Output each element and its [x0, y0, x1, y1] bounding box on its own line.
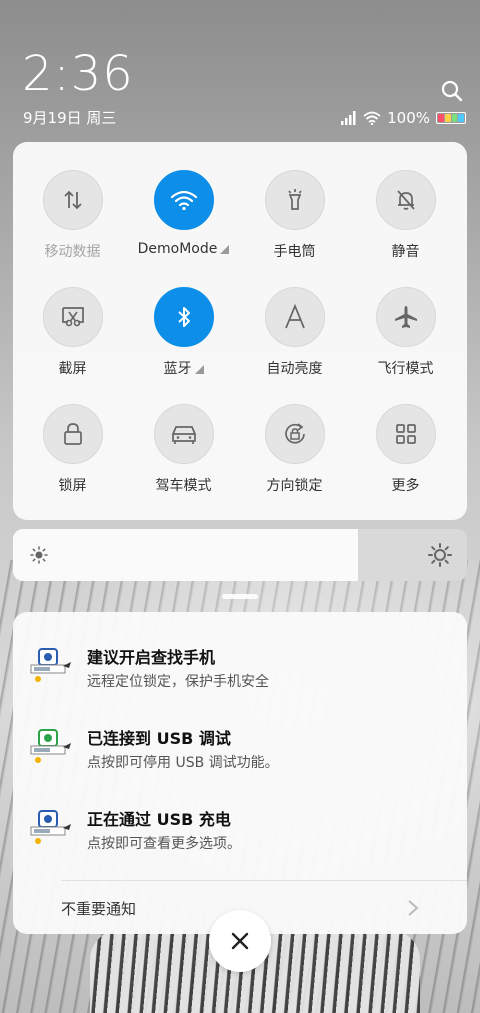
notification-body: 点按即可停用 USB 调试功能。	[87, 755, 279, 771]
battery-segment	[438, 114, 444, 122]
toggle-label: 驾车模式	[156, 475, 212, 495]
car-icon	[170, 422, 198, 446]
close-icon	[231, 932, 249, 950]
toggle-auto-brightness[interactable]: 自动亮度	[239, 287, 350, 397]
brightness-high-icon	[428, 543, 452, 567]
toggle-label: 锁屏	[59, 475, 87, 495]
toggle-label-text: 截屏	[58, 361, 87, 377]
toggle-label-text: 移动数据	[44, 244, 101, 260]
toggle-car[interactable]: 驾车模式	[128, 404, 239, 514]
toggle-label: 手电筒	[274, 241, 316, 261]
toggle-label-text: 手电筒	[273, 244, 316, 260]
toggle-circle[interactable]	[264, 170, 325, 230]
toggle-circle[interactable]	[375, 287, 436, 347]
toggle-label: 蓝牙	[164, 358, 204, 378]
toggle-lock[interactable]: 锁屏	[17, 404, 128, 514]
notification-item[interactable]: 正在通过 USB 充电 点按即可查看更多选项。	[13, 802, 467, 872]
drag-handle[interactable]	[222, 594, 258, 599]
clock-time: 2:36	[22, 46, 134, 102]
toggle-label: 截屏	[59, 358, 87, 378]
mobile-data-icon	[61, 188, 85, 212]
bluetooth-icon	[174, 305, 194, 329]
toggle-flashlight[interactable]: 手电筒	[239, 170, 350, 280]
toggle-circle[interactable]	[42, 404, 103, 464]
brightness-low-icon	[30, 546, 48, 564]
toggle-label: 自动亮度	[267, 358, 323, 378]
signal-icon	[341, 111, 356, 125]
notification-panel: 不重要通知 建议开启查找手机 远程定位锁定，保护手机安全 已连接到 USB 调试 点按…	[13, 612, 467, 934]
toggle-circle[interactable]	[153, 287, 214, 347]
find-phone-icon	[29, 646, 73, 686]
toggle-label-text: 方向锁定	[266, 478, 323, 494]
notification-body: 点按即可查看更多选项。	[87, 836, 241, 852]
notification-title: 正在通过 USB 充电	[87, 810, 231, 829]
toggle-circle[interactable]	[42, 170, 103, 230]
toggle-label: 飞行模式	[378, 358, 434, 378]
toggle-wifi[interactable]: DemoMode	[128, 170, 239, 280]
wifi-icon	[170, 188, 198, 212]
toggle-label-text: 驾车模式	[155, 478, 212, 494]
usb-debug-icon	[29, 727, 73, 767]
rotation-lock-icon	[282, 421, 308, 447]
toggle-screenshot[interactable]: 截屏	[17, 287, 128, 397]
status-bar: 100%	[341, 108, 466, 128]
toggle-label-text: 飞行模式	[377, 361, 434, 377]
toggle-mobile-data[interactable]: 移动数据	[17, 170, 128, 280]
toggle-label: 静音	[392, 241, 420, 261]
notification-item[interactable]: 建议开启查找手机远程定位锁定，保护手机安全	[13, 640, 467, 710]
toggle-circle[interactable]	[153, 404, 214, 464]
toggle-circle[interactable]	[264, 404, 325, 464]
quick-settings-panel: 移动数据 DemoMode 手电筒 静音截屏 蓝牙 自动亮度 飞行模式锁屏 驾车模式 方向锁定 更…	[13, 142, 467, 520]
toggle-label: 更多	[392, 475, 420, 495]
toggle-bluetooth[interactable]: 蓝牙	[128, 287, 239, 397]
battery-percent: 100%	[387, 109, 430, 127]
bell-off-icon	[394, 188, 418, 212]
toggle-circle[interactable]	[42, 287, 103, 347]
battery-segment	[458, 114, 464, 122]
brightness-fill	[13, 529, 359, 581]
close-button[interactable]	[209, 910, 271, 972]
brightness-slider[interactable]	[13, 529, 467, 581]
unimportant-label: 不重要通知	[61, 900, 137, 918]
battery-icon	[436, 112, 466, 124]
caret-icon	[194, 365, 204, 374]
toggle-circle[interactable]	[153, 170, 214, 230]
toggle-label-text: 静音	[391, 244, 420, 260]
toggle-bell-off[interactable]: 静音	[350, 170, 461, 280]
toggle-label: 移动数据	[45, 241, 101, 261]
toggle-label-text: 蓝牙	[163, 361, 192, 377]
toggle-grid[interactable]: 更多	[350, 404, 461, 514]
usb-charging-icon	[29, 808, 73, 848]
wifi-status-icon	[363, 111, 381, 125]
grid-icon	[394, 422, 418, 446]
toggle-circle[interactable]	[264, 287, 325, 347]
clock-date: 9月19日 周三	[23, 109, 117, 127]
notification-title: 已连接到 USB 调试	[87, 729, 231, 748]
toggle-label: DemoMode	[138, 241, 230, 257]
chevron-right-icon	[408, 900, 419, 916]
toggle-circle[interactable]	[375, 170, 436, 230]
auto-brightness-icon	[283, 304, 307, 330]
toggle-airplane[interactable]: 飞行模式	[350, 287, 461, 397]
notification-title: 建议开启查找手机	[87, 648, 216, 667]
screenshot-icon	[60, 305, 86, 329]
battery-segment	[451, 114, 458, 122]
toggle-label-text: 自动亮度	[266, 361, 323, 377]
airplane-icon	[393, 304, 419, 330]
toggle-circle[interactable]	[375, 404, 436, 464]
toggle-label-text: 锁屏	[58, 478, 87, 494]
toggle-label: 方向锁定	[267, 475, 323, 495]
toggle-label-text: 更多	[391, 478, 420, 494]
toggle-label-text: DemoMode	[137, 241, 218, 257]
notification-item[interactable]: 已连接到 USB 调试点按即可停用 USB 调试功能。	[13, 721, 467, 791]
battery-segment	[444, 114, 451, 122]
search-icon[interactable]	[440, 79, 464, 103]
caret-icon	[220, 245, 230, 254]
toggle-rotation-lock[interactable]: 方向锁定	[239, 404, 350, 514]
lock-icon	[62, 422, 84, 446]
flashlight-icon	[283, 188, 307, 212]
notification-body: 远程定位锁定，保护手机安全	[87, 674, 269, 690]
